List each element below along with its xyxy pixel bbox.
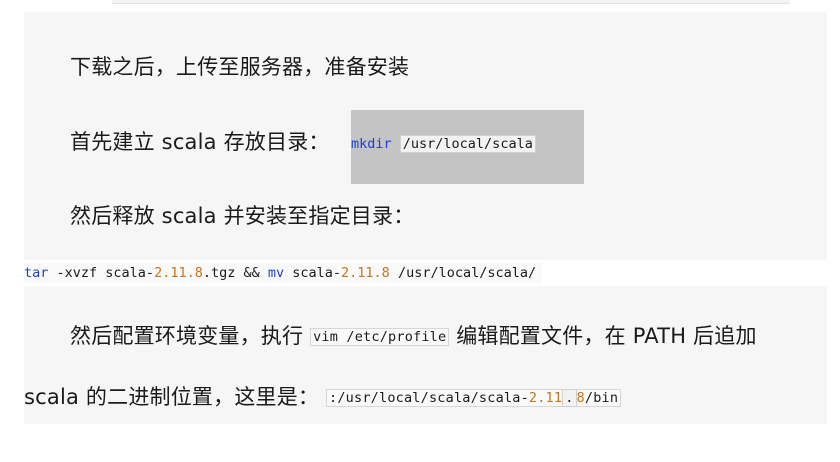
mv-dest: /usr/local/scala/	[389, 265, 537, 281]
vim-command: vim /etc/profile	[310, 328, 450, 346]
bin-version-major: 2.11	[528, 390, 563, 406]
bin-path-b: /bin	[584, 390, 619, 406]
paragraph-env-config: 然后配置环境变量，执行 vim /etc/profile 编辑配置文件，在 PA…	[70, 323, 757, 352]
tar-keyword: tar	[24, 265, 49, 281]
bin-path-a: :/usr/local/scala/scala-	[329, 390, 529, 406]
bin-path-code: :/usr/local/scala/scala-2.11. 8/bin	[326, 389, 622, 407]
paragraph-extract: 然后释放 scala 并安装至指定目录：	[70, 204, 415, 228]
bin-dot: .	[562, 389, 577, 407]
top-divider	[112, 0, 790, 4]
mkdir-keyword: mkdir	[351, 136, 392, 152]
env-prefix: 然后配置环境变量，执行	[70, 324, 304, 348]
tar-version: 2.11.8	[154, 265, 203, 281]
paragraph-bin-path: scala 的二进制位置，这里是： :/usr/local/scala/scal…	[24, 384, 622, 413]
mv-version: 2.11.8	[341, 265, 390, 281]
mkdir-command: mkdir /usr/local/scala	[351, 135, 536, 153]
tar-mid: .tgz &&	[202, 265, 268, 281]
mv-mid: scala-	[284, 265, 342, 281]
tar-flags: -xvzf scala-	[48, 265, 155, 281]
tar-command-line: tar -xvzf scala-2.11.8.tgz && mv scala-2…	[24, 263, 543, 283]
paragraph-create-dir: 首先建立 scala 存放目录：	[70, 130, 330, 154]
env-suffix: 编辑配置文件，在 PATH 后追加	[456, 324, 757, 348]
paragraph-download: 下载之后，上传至服务器，准备安装	[70, 55, 410, 79]
bin-version-minor: 8	[576, 390, 585, 406]
mv-keyword: mv	[267, 265, 285, 281]
bin-prefix: scala 的二进制位置，这里是：	[24, 385, 320, 409]
mkdir-path: /usr/local/scala	[399, 135, 536, 153]
